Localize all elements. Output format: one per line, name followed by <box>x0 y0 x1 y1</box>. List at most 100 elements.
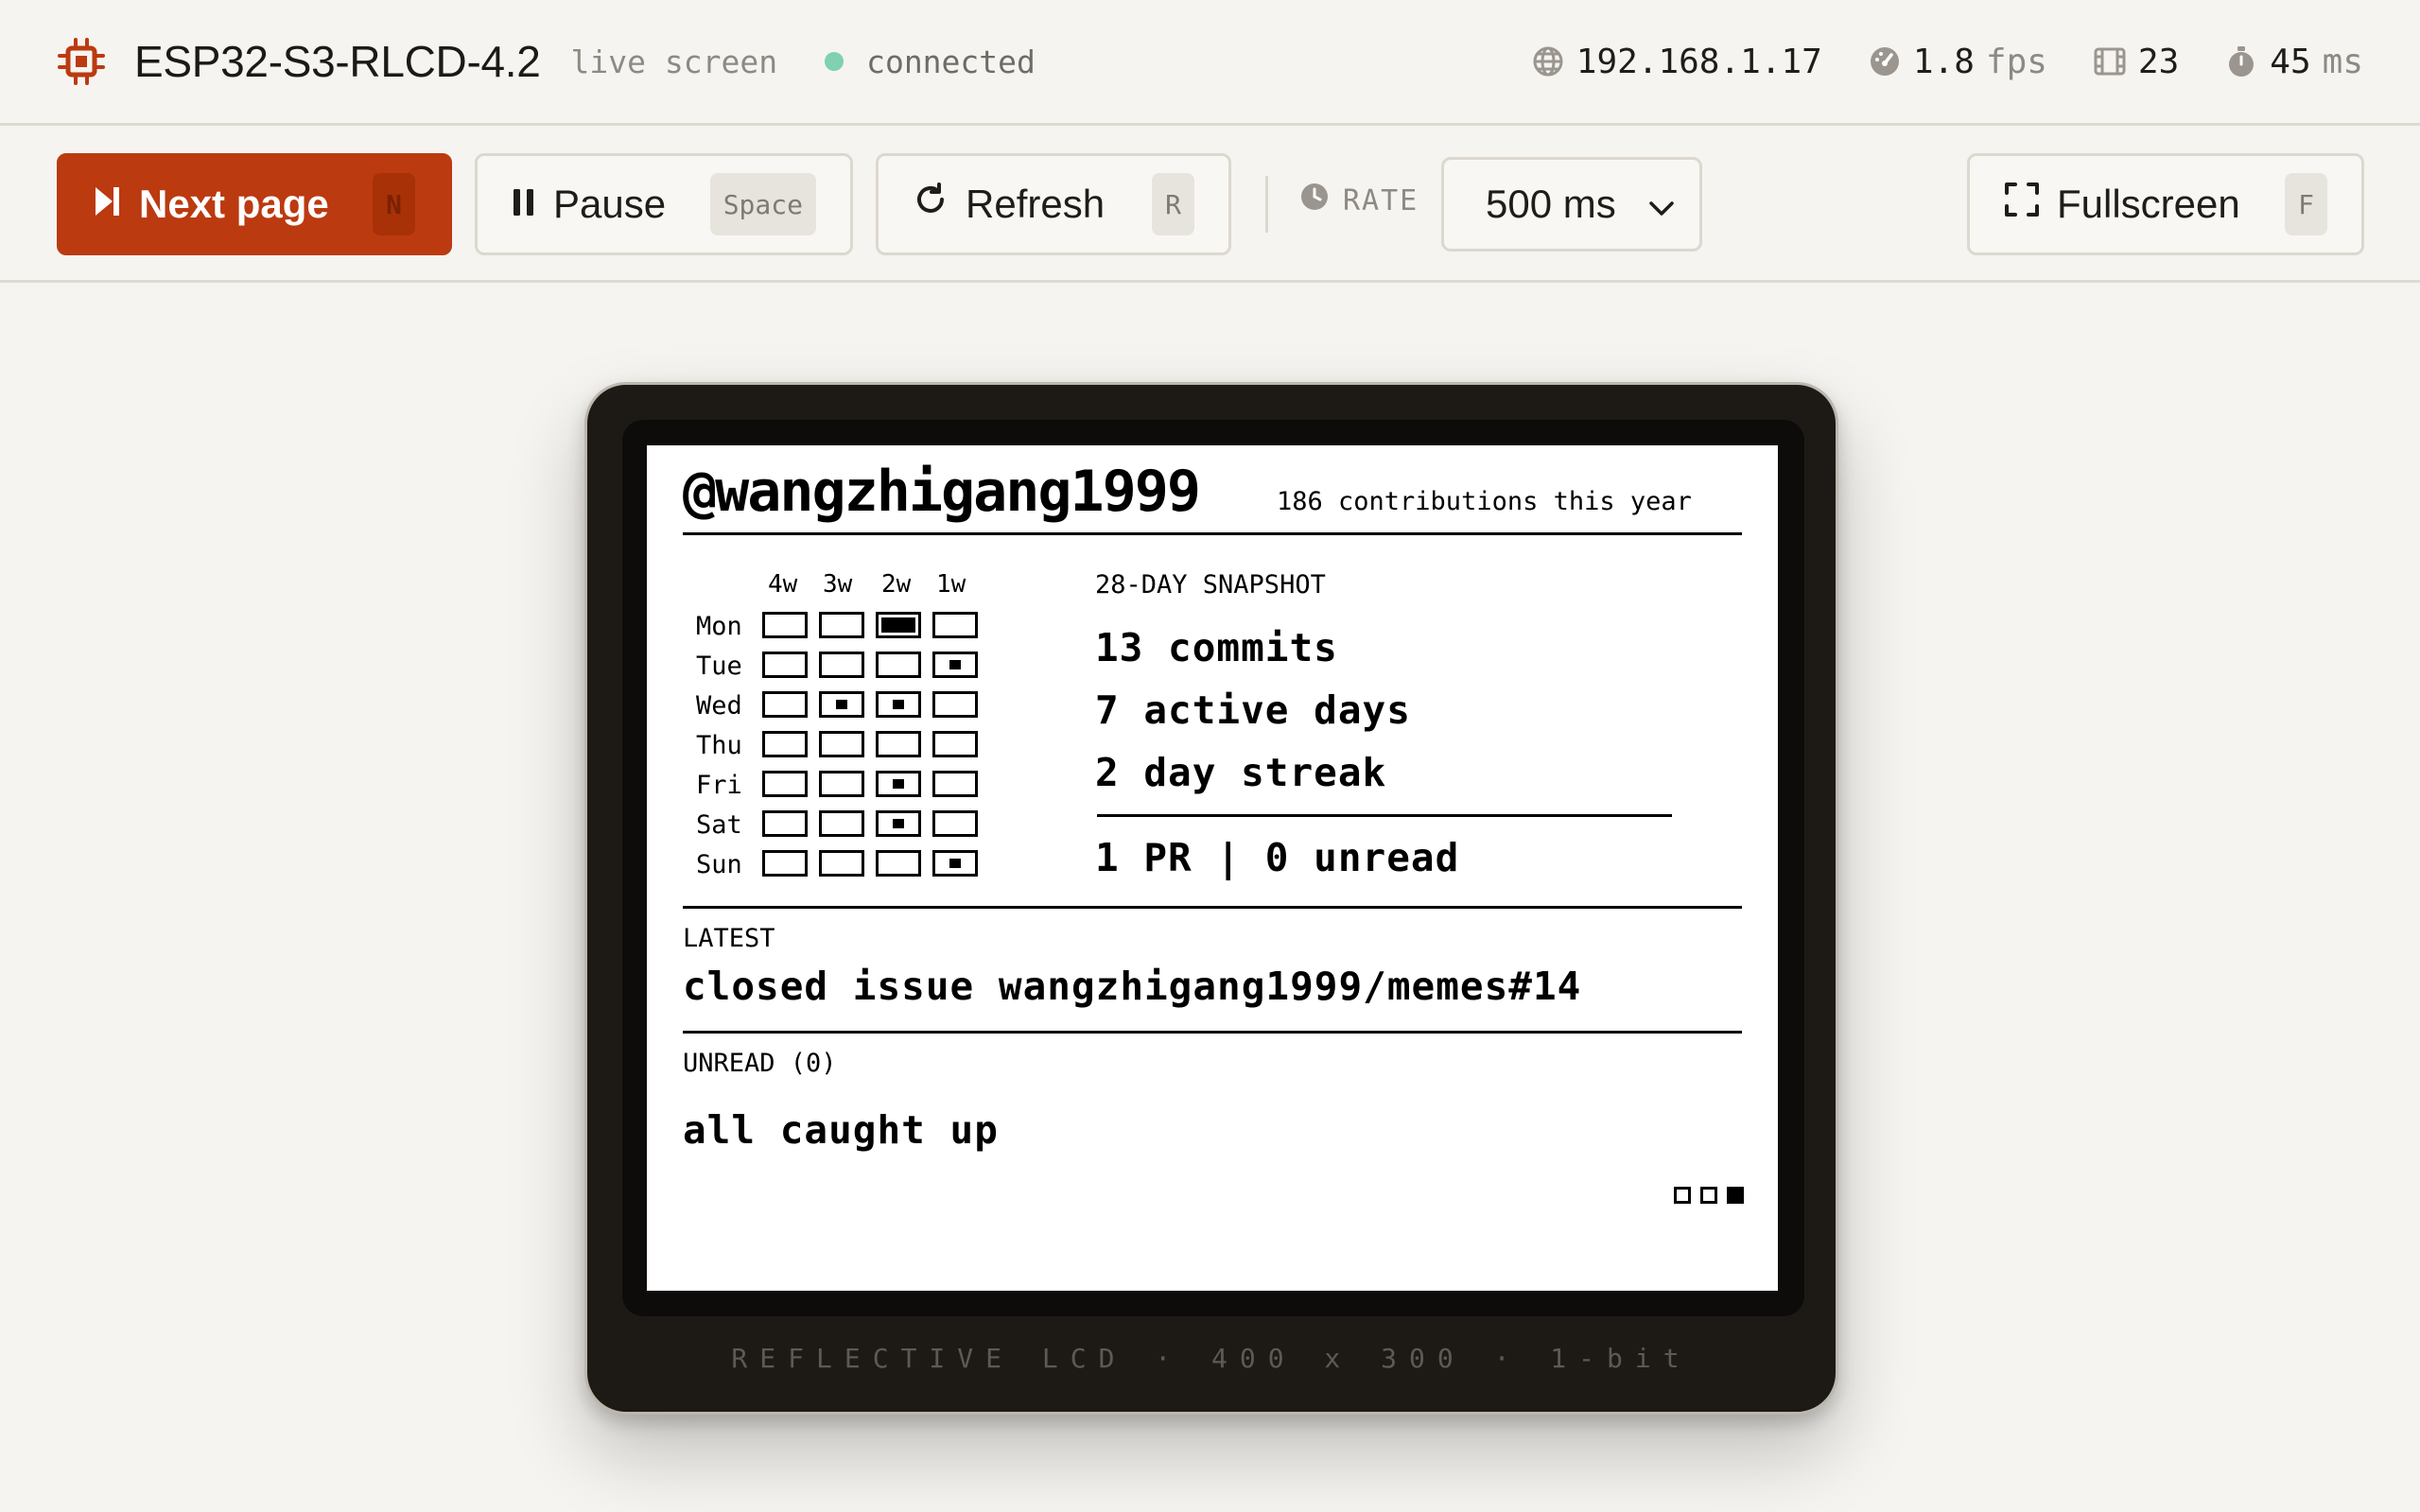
contribution-cell <box>762 810 808 837</box>
device-frame: @wangzhigang1999 186 contributions this … <box>584 382 1838 1415</box>
contribution-cell <box>932 612 978 638</box>
contribution-cell <box>932 731 978 757</box>
week-label: 2w <box>881 570 912 599</box>
divider <box>683 906 1742 909</box>
refresh-button[interactable]: Refresh R <box>876 153 1231 255</box>
frame-count: 23 <box>2137 42 2180 81</box>
contribution-cell <box>876 850 921 877</box>
rate-label: RATE <box>1343 183 1419 217</box>
page-dot <box>1700 1187 1717 1204</box>
contribution-cell <box>762 771 808 797</box>
contribution-cell <box>819 612 864 638</box>
rate-value: 500 ms <box>1486 182 1616 226</box>
film-icon <box>2093 44 2127 78</box>
day-label: Mon <box>696 612 742 641</box>
contribution-cell <box>876 731 921 757</box>
fps-value: 1.8 <box>1912 42 1975 81</box>
fps-unit: fps <box>1985 42 2047 81</box>
chevron-down-icon <box>1648 182 1675 227</box>
unread-label: UNREAD (0) <box>683 1049 837 1078</box>
latest-label: LATEST <box>683 924 775 953</box>
contribution-cell <box>876 691 921 718</box>
contribution-fill <box>893 819 904 828</box>
stats-group: 192.168.1.17 1.8 fps 23 45 ms <box>1531 43 2363 81</box>
contribution-fill <box>836 700 847 709</box>
week-label: 4w <box>768 570 798 599</box>
active-days-stat: 7 active days <box>1095 687 1411 733</box>
pause-icon <box>512 182 536 227</box>
refresh-icon <box>913 182 949 227</box>
contribution-cell <box>819 771 864 797</box>
latency-value: 45 <box>2270 42 2311 81</box>
fullscreen-icon <box>2004 182 2040 227</box>
contribution-cell <box>876 612 921 638</box>
contribution-cell <box>932 810 978 837</box>
frames-stat: 23 <box>2093 43 2179 81</box>
page-dot <box>1674 1187 1691 1204</box>
ip-stat: 192.168.1.17 <box>1531 43 1822 81</box>
latest-activity: closed issue wangzhigang1999/memes#14 <box>683 964 1582 1009</box>
status-dot <box>825 52 844 71</box>
device-caption: REFLECTIVE LCD · 400 x 300 · 1-bit <box>731 1343 1692 1374</box>
contribution-cell <box>819 810 864 837</box>
contribution-cell <box>819 652 864 678</box>
contribution-cell <box>762 652 808 678</box>
fps-stat: 1.8 fps <box>1868 43 2047 81</box>
fullscreen-button[interactable]: Fullscreen F <box>1967 153 2364 255</box>
day-label: Fri <box>696 771 742 800</box>
contribution-cell <box>762 691 808 718</box>
week-label: 1w <box>936 570 966 599</box>
unread-message: all caught up <box>683 1107 999 1153</box>
contribution-cell <box>762 612 808 638</box>
refresh-label: Refresh <box>966 182 1106 226</box>
pause-button[interactable]: Pause Space <box>475 153 853 255</box>
contribution-fill <box>893 779 904 789</box>
pr-unread-stat: 1 PR | 0 unread <box>1095 835 1460 880</box>
top-bar: ESP32-S3-RLCD-4.2 live screen connected … <box>0 0 2420 126</box>
week-label: 3w <box>823 570 853 599</box>
globe-icon <box>1531 44 1565 78</box>
contribution-cell <box>819 691 864 718</box>
next-page-label: Next page <box>139 182 329 226</box>
next-page-shortcut: N <box>373 173 415 235</box>
contribution-cell <box>762 850 808 877</box>
fullscreen-label: Fullscreen <box>2057 182 2240 226</box>
streak-stat: 2 day streak <box>1095 750 1387 795</box>
page-dot <box>1727 1187 1744 1204</box>
day-label: Wed <box>696 691 742 721</box>
clock-icon <box>1299 182 1330 219</box>
fullscreen-shortcut: F <box>2285 173 2327 235</box>
rate-select[interactable]: 500 ms <box>1441 157 1702 252</box>
next-page-button[interactable]: Next page N <box>57 153 452 255</box>
contribution-cell <box>762 731 808 757</box>
contribution-cell <box>876 771 921 797</box>
contribution-fill <box>893 700 904 709</box>
contribution-cell <box>876 652 921 678</box>
day-label: Tue <box>696 652 742 681</box>
day-label: Thu <box>696 731 742 760</box>
contribution-fill <box>949 660 961 669</box>
device-name: ESP32-S3-RLCD-4.2 <box>134 37 541 86</box>
day-label: Sun <box>696 850 742 879</box>
lcd-screen: @wangzhigang1999 186 contributions this … <box>647 445 1778 1291</box>
chip-icon <box>57 37 106 86</box>
commits-stat: 13 commits <box>1095 625 1338 670</box>
timer-icon <box>2224 44 2258 78</box>
rate-label-group: RATE <box>1299 182 1419 219</box>
pause-label: Pause <box>553 182 667 226</box>
contribution-count: 186 contributions this year <box>1277 487 1692 516</box>
contribution-cell <box>932 771 978 797</box>
ip-address: 192.168.1.17 <box>1576 42 1822 81</box>
contribution-cell <box>819 731 864 757</box>
divider <box>1097 814 1672 817</box>
latency-unit: ms <box>2322 42 2363 81</box>
contribution-cell <box>876 810 921 837</box>
snapshot-title: 28-DAY SNAPSHOT <box>1095 570 1326 600</box>
contribution-fill <box>949 859 961 868</box>
github-username: @wangzhigang1999 <box>683 459 1201 525</box>
contribution-cell <box>932 691 978 718</box>
connection-status: connected <box>866 43 1036 80</box>
toolbar-divider <box>1265 176 1268 233</box>
divider <box>683 1031 1742 1034</box>
toolbar: Next page N Pause Space Refresh R RATE 5… <box>0 129 2420 283</box>
